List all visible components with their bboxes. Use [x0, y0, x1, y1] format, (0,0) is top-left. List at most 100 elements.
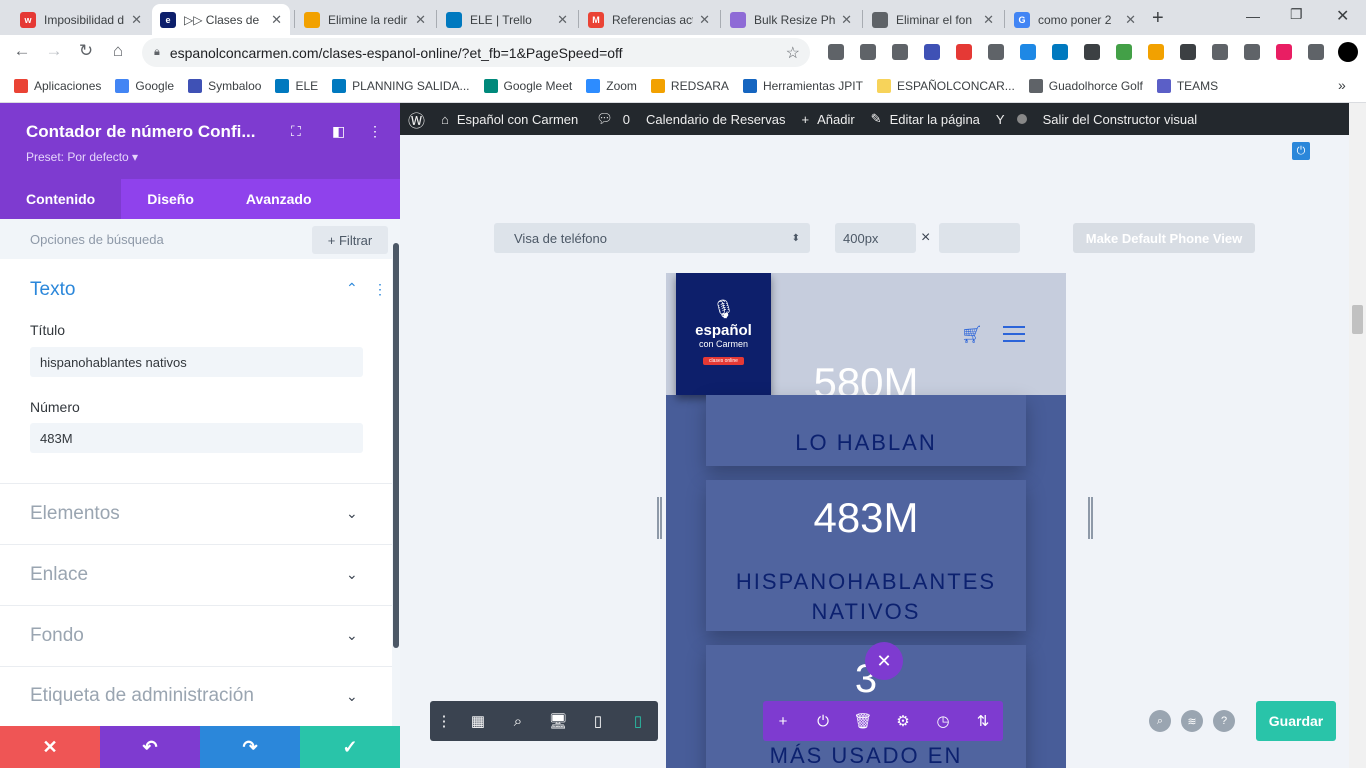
discard-button[interactable]: ✕: [0, 726, 100, 768]
edit-page-link[interactable]: ✎ Editar la página: [871, 111, 980, 127]
tablet-view-icon[interactable]: ▯: [578, 712, 618, 730]
counter-card[interactable]: LO HABLAN: [706, 395, 1026, 466]
site-link[interactable]: ⌂ Español con Carmen: [441, 112, 578, 127]
trash-icon[interactable]: 🗑︎: [843, 712, 883, 730]
resize-handle-right[interactable]: [1088, 497, 1093, 539]
bookmark-item[interactable]: PLANNING SALIDA...: [332, 79, 470, 93]
section-fondo[interactable]: Fondo ⌄: [0, 606, 392, 667]
extension-icon[interactable]: [1140, 40, 1172, 64]
text-section-title[interactable]: Texto: [30, 279, 75, 301]
zoom-icon[interactable]: ⌕: [498, 713, 538, 730]
browser-tab[interactable]: Bulk Resize Pho ✕: [722, 4, 860, 35]
cart-icon[interactable]: 🛒︎: [961, 325, 983, 345]
bookmark-item[interactable]: REDSARA: [650, 79, 729, 93]
bookmark-star-icon[interactable]: ☆: [786, 43, 800, 63]
make-default-view-button[interactable]: Make Default Phone View: [1073, 223, 1255, 253]
extension-icon[interactable]: [916, 40, 948, 64]
phone-view-icon[interactable]: ▯: [618, 712, 658, 730]
section-etiqueta[interactable]: Etiqueta de administración ⌄: [0, 667, 392, 728]
bookmark-item[interactable]: Google Meet: [483, 79, 572, 93]
view-select[interactable]: Visa de teléfono ⬍: [494, 223, 810, 253]
extension-icon[interactable]: [884, 40, 916, 64]
calendar-link[interactable]: Calendario de Reservas: [646, 112, 785, 127]
close-tab-icon[interactable]: ✕: [131, 12, 142, 28]
yoast-icon[interactable]: Y: [996, 112, 1005, 127]
minimize-icon[interactable]: —: [1246, 8, 1260, 24]
bookmark-item[interactable]: ESPAÑOLCONCAR...: [876, 79, 1015, 93]
split-view-icon[interactable]: ◧: [332, 123, 345, 140]
close-tab-icon[interactable]: ✕: [1125, 12, 1136, 28]
wordpress-icon[interactable]: Ⓦ: [408, 107, 425, 132]
close-module-icon[interactable]: ✕: [865, 642, 903, 680]
browser-tab[interactable]: M Referencias act ✕: [580, 4, 718, 35]
extension-icon[interactable]: [1268, 40, 1300, 64]
forward-icon[interactable]: →: [38, 41, 70, 61]
bookmark-item[interactable]: Symbaloo: [188, 79, 261, 93]
history-icon[interactable]: ◷: [923, 712, 963, 730]
bookmark-item[interactable]: Herramientas JPIT: [742, 79, 863, 93]
exit-builder-link[interactable]: Salir del Constructor visual: [1043, 112, 1198, 127]
close-tab-icon[interactable]: ✕: [983, 12, 994, 28]
extension-icon[interactable]: [1108, 40, 1140, 64]
search-icon[interactable]: ⌕: [1149, 710, 1171, 732]
back-icon[interactable]: ←: [6, 41, 38, 61]
more-options-icon[interactable]: ⋮: [430, 712, 458, 730]
save-changes-button[interactable]: ✓: [300, 726, 400, 768]
browser-tab[interactable]: w Imposibilidad d ✕: [12, 4, 150, 35]
page-scrollbar[interactable]: [1349, 103, 1366, 768]
reload-icon[interactable]: ↻: [70, 41, 102, 61]
add-icon[interactable]: +: [763, 713, 803, 730]
extension-icon[interactable]: [1076, 40, 1108, 64]
desktop-view-icon[interactable]: 🖥︎: [538, 712, 578, 730]
power-icon[interactable]: ⏻: [803, 713, 843, 730]
width-input[interactable]: 400px: [835, 223, 916, 253]
close-window-icon[interactable]: ✕: [1336, 6, 1349, 26]
filter-button[interactable]: + Filtrar: [312, 226, 388, 254]
section-menu-icon[interactable]: ⋮: [373, 281, 387, 298]
tab-diseno[interactable]: Diseño: [121, 179, 220, 219]
extension-icon[interactable]: [1012, 40, 1044, 64]
bookmark-item[interactable]: Guadolhorce Golf: [1028, 79, 1143, 93]
height-input[interactable]: [939, 223, 1020, 253]
layers-icon[interactable]: ≋: [1181, 710, 1203, 732]
extension-icon[interactable]: [820, 40, 852, 64]
undo-button[interactable]: ↶: [100, 726, 200, 768]
tab-contenido[interactable]: Contenido: [0, 179, 122, 219]
extension-icon[interactable]: [1332, 40, 1364, 64]
extension-icon[interactable]: [852, 40, 884, 64]
gear-icon[interactable]: ⚙: [883, 712, 923, 730]
panel-scrollbar-thumb[interactable]: [393, 243, 399, 648]
hamburger-menu-icon[interactable]: [1003, 326, 1025, 342]
chevron-up-icon[interactable]: ⌃: [346, 280, 358, 297]
fullscreen-icon[interactable]: ⛶: [291, 123, 301, 140]
search-options-input[interactable]: Opciones de búsqueda: [30, 232, 164, 247]
browser-tab[interactable]: e ▷▷ Clases de ✕: [152, 4, 290, 35]
extension-icon[interactable]: [980, 40, 1012, 64]
section-elementos[interactable]: Elementos ⌄: [0, 484, 392, 545]
save-button[interactable]: Guardar: [1256, 701, 1336, 741]
tab-avanzado[interactable]: Avanzado: [220, 179, 338, 219]
bookmark-item[interactable]: Zoom: [586, 79, 637, 93]
page-scrollbar-thumb[interactable]: [1352, 305, 1363, 334]
resize-handle-left[interactable]: [657, 497, 662, 539]
power-icon[interactable]: ⏻: [1292, 142, 1310, 160]
extension-icon[interactable]: [1172, 40, 1204, 64]
preset-selector[interactable]: Preset: Por defecto ▾: [26, 150, 138, 164]
browser-tab[interactable]: Elimine la redir ✕: [296, 4, 434, 35]
browser-tab[interactable]: ELE | Trello ✕: [438, 4, 576, 35]
portability-icon[interactable]: ⇅: [963, 712, 1003, 730]
home-icon[interactable]: ⌂: [102, 41, 134, 61]
help-icon[interactable]: ?: [1213, 710, 1235, 732]
browser-tab[interactable]: Eliminar el fon ✕: [864, 4, 1002, 35]
extension-icon[interactable]: [1236, 40, 1268, 64]
close-tab-icon[interactable]: ✕: [841, 12, 852, 28]
extension-icon[interactable]: [1044, 40, 1076, 64]
section-enlace[interactable]: Enlace ⌄: [0, 545, 392, 606]
extension-icon[interactable]: [1204, 40, 1236, 64]
new-tab-button[interactable]: +: [1152, 7, 1164, 30]
number-input[interactable]: 483M: [30, 423, 363, 453]
restore-icon[interactable]: ❐: [1290, 6, 1303, 23]
comments-link[interactable]: 💬︎ 0: [596, 111, 630, 127]
counter-card-active[interactable]: 483M HISPANOHABLANTES NATIVOS: [706, 480, 1026, 631]
close-tab-icon[interactable]: ✕: [557, 12, 568, 28]
